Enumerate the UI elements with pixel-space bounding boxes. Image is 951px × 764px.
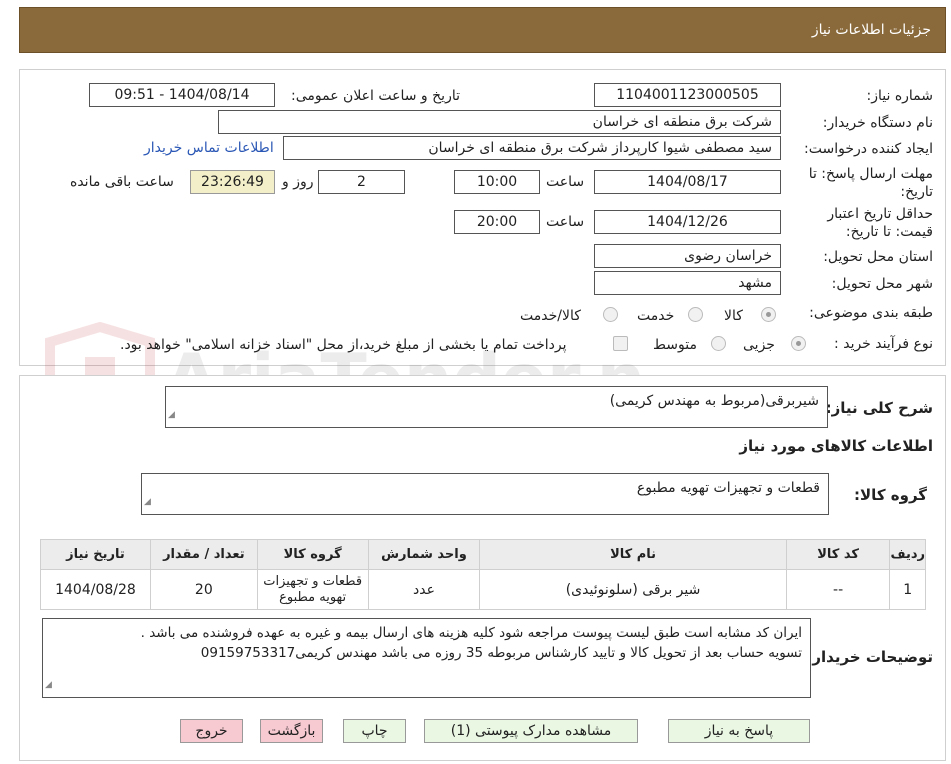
deadline-label: مهلت ارسال پاسخ: تا (808, 166, 933, 182)
table-row: 1 -- شیر برقی (سلونوئیدی) عدد قطعات و تج… (40, 569, 926, 610)
buyer-notes-label: توضیحات خریدار: (806, 648, 933, 666)
cell-code: -- (785, 569, 891, 610)
treasury-payment-checkbox[interactable] (613, 336, 628, 351)
group-textarea[interactable]: قطعات و تجهیزات تهویه مطبوع ◢ (141, 473, 829, 515)
payment-note: پرداخت تمام یا بخشی از مبلغ خرید،از محل … (120, 337, 567, 353)
category-radio-service[interactable] (688, 307, 703, 322)
buyer-contact-link[interactable]: اطلاعات تماس خریدار (144, 140, 274, 156)
validity-time-label: ساعت (546, 214, 585, 230)
deadline-label-2: تاریخ: (900, 184, 933, 200)
creator-label: ایجاد کننده درخواست: (804, 141, 933, 157)
cell-date: 1404/08/28 (40, 569, 151, 610)
attachments-button[interactable]: مشاهده مدارک پیوستی (1) (424, 719, 638, 743)
resize-grip-icon[interactable]: ◢ (144, 492, 151, 512)
deadline-time-label: ساعت (546, 174, 585, 190)
need-number-label: شماره نیاز: (866, 88, 934, 104)
desc-textarea[interactable]: شیربرقی(مربوط به مهندس کریمی) ◢ (165, 386, 828, 428)
process-radio-minor[interactable] (791, 336, 806, 351)
validity-date-field: 1404/12/26 (594, 210, 781, 234)
col-group: گروه کالا (256, 539, 369, 570)
category-label: طبقه بندی موضوعی: (809, 305, 933, 321)
print-button[interactable]: چاپ (343, 719, 406, 743)
category-option-goods: کالا (724, 308, 743, 324)
group-text: قطعات و تجهیزات تهویه مطبوع (636, 480, 820, 496)
category-radio-both[interactable] (603, 307, 618, 322)
validity-label-2: قیمت: تا تاریخ: (845, 224, 933, 240)
need-info-panel: AriaTender.neT شماره نیاز: 1104001123000… (19, 69, 946, 432)
page-title: جزئیات اطلاعات نیاز (811, 22, 931, 38)
cell-unit: عدد (367, 569, 481, 610)
goods-details-panel: شرح کلی نیاز: شیربرقی(مربوط به مهندس کری… (19, 375, 946, 761)
resize-grip-icon[interactable]: ◢ (168, 405, 175, 425)
goods-table-header: ردیف کد کالا نام کالا واحد شمارش گروه کا… (40, 539, 926, 570)
process-option-minor: جزیی (743, 337, 775, 353)
process-label: نوع فرآیند خرید : (834, 336, 933, 352)
days-label: روز و (282, 174, 314, 190)
announce-field: 1404/08/14 - 09:51 (89, 83, 275, 107)
col-name: نام کالا (479, 539, 787, 570)
need-number-field: 1104001123000505 (594, 83, 781, 107)
process-radio-medium[interactable] (711, 336, 726, 351)
cell-group: قطعات و تجهیزات تهویه مطبوع (256, 569, 369, 610)
creator-field: سید مصطفی شیوا کارپرداز شرکت برق منطقه ا… (283, 136, 781, 160)
category-radio-goods[interactable] (761, 307, 776, 322)
validity-time-field: 20:00 (454, 210, 540, 234)
province-label: استان محل تحویل: (823, 249, 933, 265)
reply-button[interactable]: پاسخ به نیاز (668, 719, 810, 743)
exit-button[interactable]: خروج (180, 719, 243, 743)
city-label: شهر محل تحویل: (831, 276, 933, 292)
resize-grip-icon[interactable]: ◢ (45, 675, 52, 695)
cell-row: 1 (889, 569, 926, 610)
deadline-time-field: 10:00 (454, 170, 540, 194)
col-row: ردیف (889, 539, 926, 570)
col-unit: واحد شمارش (367, 539, 481, 570)
col-date: تاریخ نیاز (40, 539, 151, 570)
process-option-medium: متوسط (653, 337, 697, 353)
category-option-service: خدمت (637, 308, 675, 324)
goods-info-title: اطلاعات کالاهای مورد نیاز (739, 437, 933, 455)
buyer-org-label: نام دستگاه خریدار: (822, 115, 933, 131)
buyer-notes-textarea[interactable]: ایران کد مشابه است طبق لیست پیوست مراجعه… (42, 618, 811, 698)
back-button[interactable]: بازگشت (260, 719, 323, 743)
group-label: گروه کالا: (854, 486, 927, 504)
goods-table: ردیف کد کالا نام کالا واحد شمارش گروه کا… (40, 539, 926, 610)
category-option-both: کالا/خدمت (520, 308, 581, 324)
cell-name: شیر برقی (سلونوئیدی) (479, 569, 787, 610)
col-qty: تعداد / مقدار (149, 539, 258, 570)
remaining-label: ساعت باقی مانده (70, 174, 174, 190)
buyer-notes-line-2: تسویه حساب بعد از تحویل کالا و تایید کار… (200, 645, 802, 661)
validity-label: حداقل تاریخ اعتبار (827, 206, 933, 222)
desc-text: شیربرقی(مربوط به مهندس کریمی) (609, 393, 819, 409)
buyer-notes-line-1: ایران کد مشابه است طبق لیست پیوست مراجعه… (140, 625, 802, 641)
cell-qty: 20 (149, 569, 258, 610)
buyer-org-field: شرکت برق منطقه ای خراسان (218, 110, 781, 134)
deadline-date-field: 1404/08/17 (594, 170, 781, 194)
province-field: خراسان رضوی (594, 244, 781, 268)
city-field: مشهد (594, 271, 781, 295)
announce-label: تاریخ و ساعت اعلان عمومی: (291, 88, 460, 104)
desc-label: شرح کلی نیاز: (825, 399, 933, 417)
col-code: کد کالا (785, 539, 891, 570)
page-header: جزئیات اطلاعات نیاز (19, 7, 946, 53)
remaining-timer: 23:26:49 (190, 170, 275, 194)
days-field: 2 (318, 170, 405, 194)
